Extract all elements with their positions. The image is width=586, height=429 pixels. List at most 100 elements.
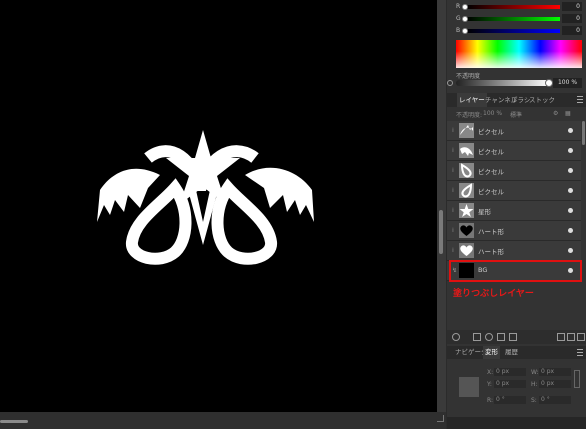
layer-name: ピクセル (478, 148, 504, 156)
layer-name: ピクセル (478, 188, 504, 196)
shear-input[interactable]: 0 ° (539, 396, 571, 404)
r-label: R: (487, 397, 494, 404)
red-value-input[interactable]: 0 (562, 2, 582, 11)
layer-row[interactable]: ⁞ 星形 (447, 201, 581, 221)
layers-tabbar: レイヤー チャンネル ブラシ ストック (447, 93, 586, 107)
canvas-vertical-scroll-track[interactable] (437, 0, 446, 412)
pixel-shape-icon (459, 123, 474, 138)
adjustment-icon[interactable] (485, 333, 493, 341)
lock-icon[interactable]: ⚙ (553, 110, 558, 117)
canvas-horizontal-scroll-track[interactable] (0, 412, 446, 429)
fx-icon[interactable] (497, 333, 505, 341)
blue-slider-row: B 0 (447, 26, 586, 36)
red-slider-row: R 0 (447, 2, 586, 12)
layer-row[interactable]: ⁞ ピクセル (447, 141, 581, 161)
opacity-dropper-icon[interactable] (447, 80, 453, 86)
layer-settings-icon[interactable]: ▦ (565, 110, 571, 117)
blend-mode-select[interactable]: 標準 (510, 110, 522, 119)
layer-row[interactable]: ⁞ ハート形 (447, 221, 581, 241)
w-label: W: (531, 369, 539, 376)
layer-type-icon: ⁞ (452, 167, 454, 174)
green-slider-row: G 0 (447, 14, 586, 24)
document-canvas[interactable] (0, 0, 437, 412)
tab-history[interactable]: 履歴 (503, 346, 520, 359)
layer-type-icon: ⁞ (452, 147, 454, 154)
green-slider-knob[interactable] (462, 16, 468, 22)
layer-name: ピクセル (478, 128, 504, 136)
add-layer-icon[interactable] (567, 333, 575, 341)
right-drop-shape (211, 178, 277, 265)
color-opacity-knob[interactable] (545, 79, 553, 87)
panel-menu-icon[interactable] (577, 349, 583, 356)
layer-opacity-value[interactable]: 100 % (483, 110, 502, 117)
blue-slider-knob[interactable] (462, 28, 468, 34)
tab-stock[interactable]: ストック (527, 93, 557, 107)
right-studio-panel: R 0 G 0 B 0 不透明度 100 % レイヤー チャンネル ブラシ スト… (447, 0, 586, 429)
anchor-point-grid[interactable] (459, 377, 479, 397)
layers-scrollbar[interactable] (582, 121, 585, 145)
color-spectrum[interactable] (456, 40, 582, 68)
blue-slider[interactable] (467, 29, 560, 33)
h-input[interactable]: 0 px (539, 380, 571, 388)
group-icon[interactable] (557, 333, 565, 341)
layer-options-icon[interactable] (452, 333, 460, 341)
layer-options-bar: 不透明度: 100 % 標準 ⚙ ▦ (447, 108, 586, 120)
delete-layer-icon[interactable] (577, 333, 585, 341)
transform-panel: X: 0 px W: 0 px Y: 0 px H: 0 px R: 0 ° S… (447, 360, 586, 420)
layer-type-icon: ⁞ (452, 247, 454, 254)
red-label: R (456, 3, 461, 10)
layer-toolbar (447, 330, 586, 344)
x-label: X: (487, 369, 494, 376)
canvas-vertical-scrollbar[interactable] (439, 210, 443, 254)
link-icon[interactable] (574, 370, 580, 388)
layer-opacity-label: 不透明度: (456, 112, 483, 119)
layer-name: ピクセル (478, 168, 504, 176)
layer-type-icon: ⁞ (452, 207, 454, 214)
color-opacity-input[interactable]: 100 % (553, 78, 582, 88)
red-slider-knob[interactable] (462, 4, 468, 10)
drop-shape-icon (459, 163, 474, 178)
green-value-input[interactable]: 0 (562, 14, 582, 23)
w-input[interactable]: 0 px (539, 368, 571, 376)
layer-name: ハート形 (478, 228, 504, 236)
canvas-horizontal-scrollbar[interactable] (0, 420, 28, 423)
drop-shape-icon (459, 183, 474, 198)
layer-row[interactable]: ⁞ ピクセル (447, 161, 581, 181)
rotation-input[interactable]: 0 ° (494, 396, 526, 404)
tab-transform[interactable]: 変形 (483, 346, 500, 359)
visibility-dot-icon[interactable] (568, 128, 573, 133)
layer-type-icon: ⁞ (452, 187, 454, 194)
x-input[interactable]: 0 px (494, 368, 526, 376)
layer-type-icon: ⁞ (452, 227, 454, 234)
fill-layer-annotation: 塗りつぶしレイヤー (453, 289, 534, 299)
layer-row[interactable]: ⁞ ハート形 (447, 241, 581, 261)
green-label: G (456, 15, 461, 22)
color-opacity-slider[interactable] (456, 80, 549, 86)
visibility-dot-icon[interactable] (568, 148, 573, 153)
pixel-shape-icon (459, 143, 474, 158)
layer-name: ハート形 (478, 248, 504, 256)
visibility-dot-icon[interactable] (568, 188, 573, 193)
layer-row[interactable]: ⁞ ピクセル (447, 181, 581, 201)
layer-type-icon: ⁞ (452, 127, 454, 134)
red-slider[interactable] (467, 5, 560, 9)
heart-icon (459, 223, 474, 238)
visibility-dot-icon[interactable] (568, 208, 573, 213)
blue-value-input[interactable]: 0 (562, 26, 582, 35)
resize-grip-icon[interactable] (437, 415, 444, 422)
visibility-dot-icon[interactable] (568, 248, 573, 253)
color-opacity-label: 不透明度 (456, 73, 481, 80)
y-input[interactable]: 0 px (494, 380, 526, 388)
layer-row[interactable]: ⁞ ピクセル (447, 121, 581, 141)
mask-icon[interactable] (473, 333, 481, 341)
y-label: Y: (487, 381, 492, 388)
panel-bottom-bar (447, 417, 586, 429)
layer-name: 星形 (478, 208, 491, 216)
live-filter-icon[interactable] (509, 333, 517, 341)
visibility-dot-icon[interactable] (568, 168, 573, 173)
panel-menu-icon[interactable] (577, 96, 583, 103)
green-slider[interactable] (467, 17, 560, 21)
h-label: H: (531, 381, 538, 388)
visibility-dot-icon[interactable] (568, 228, 573, 233)
blue-label: B (456, 27, 461, 34)
